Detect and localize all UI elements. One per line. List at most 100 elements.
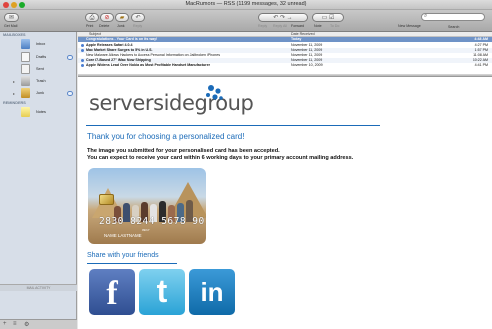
card-chip-icon [99, 194, 114, 205]
share-divider [87, 263, 177, 264]
message-list: Subject Date Received Congratulations - … [78, 32, 492, 74]
message-time: 1:57 PM [474, 48, 488, 52]
title-bar: MacRumors — RSS (1199 messages, 32 unrea… [0, 0, 492, 10]
twitter-icon: t [156, 273, 168, 309]
note-todo-segment[interactable]: ▭ ☑ [312, 13, 344, 22]
junk-button[interactable]: ▰ [115, 13, 129, 22]
message-heading: Thank you for choosing a personalized ca… [87, 132, 245, 141]
forward-label: Forward [291, 24, 305, 28]
printer-icon: ⎙ [89, 15, 95, 21]
todo-label: To Do [330, 24, 340, 28]
sidebar-item-drafts[interactable]: Drafts [0, 52, 77, 64]
column-date-received[interactable]: Date Received [291, 32, 315, 36]
sidebar-item-label: Drafts [36, 55, 47, 59]
sidebar-item-sent[interactable]: Sent [0, 64, 77, 76]
sidebar-item-junk[interactable]: ▸ Junk [0, 88, 77, 100]
sidebar: MAILBOXES Inbox Drafts Sent ▸ Trash ▸ Ju… [0, 32, 77, 329]
delete-label: Delete [99, 24, 110, 28]
window-title: MacRumors — RSS (1199 messages, 32 unrea… [185, 1, 307, 7]
facebook-icon: f [106, 275, 118, 312]
reminders-header: REMINDERS [3, 101, 26, 105]
share-heading: Share with your friends [87, 252, 159, 259]
reply-icon: ↶ [135, 15, 141, 21]
message-date: November 11, 2009 [291, 58, 323, 62]
note-label: Note [314, 24, 322, 28]
message-time: 4:41 PM [474, 63, 488, 67]
junk-badge [67, 91, 73, 96]
unread-dot-icon [81, 44, 84, 47]
message-subject: Apple Releases Safari 4.0.4 [86, 43, 133, 47]
twitter-button[interactable]: t [139, 269, 185, 315]
card-valid-thru: 09/17 [142, 228, 150, 232]
show-activity-icon[interactable]: ≡ [13, 321, 17, 327]
message-date: Today [291, 37, 302, 41]
message-date: November 10, 2009 [291, 63, 323, 67]
add-mailbox-icon[interactable]: + [3, 321, 7, 327]
print-label: Print [86, 24, 94, 28]
drafts-icon [21, 52, 30, 62]
list-item[interactable]: Congratulations - Your Card is on its wa… [78, 37, 492, 42]
reply-label: Reply [133, 24, 143, 28]
card-number: 2830 8244 5678 9010 [99, 216, 206, 227]
get-mail-button[interactable]: ✉ [4, 13, 19, 22]
junk-icon: ▰ [119, 15, 125, 21]
message-body: serversidegroup Thank you for choosing a… [78, 77, 492, 329]
message-date: November 11, 2009 [291, 53, 323, 57]
message-subject: Core i7-Based 27" iMac Now Shipping [86, 58, 151, 62]
message-subject: Mac Market Share Surges to 5% in U.S. [86, 48, 153, 52]
drafts-badge [67, 55, 73, 60]
junk-label: Junk [117, 24, 125, 28]
message-subject: New Malware Allows Hackers to Access Per… [86, 53, 221, 57]
sidebar-item-trash[interactable]: ▸ Trash [0, 76, 77, 88]
delete-icon: ⊘ [104, 15, 110, 21]
mail-window: MacRumors — RSS (1199 messages, 32 unrea… [0, 0, 492, 329]
brand-logo-icon [206, 85, 223, 100]
sidebar-item-label: Inbox [36, 42, 46, 46]
new-message-label: New Message [398, 24, 421, 28]
toolbar: ✉ Get Mail ⎙ Print ⊘ Delete ▰ Junk ↶ Rep… [0, 10, 492, 32]
column-subject[interactable]: Subject [89, 32, 101, 36]
linkedin-icon: in [200, 277, 224, 307]
sidebar-item-label: Trash [36, 79, 46, 83]
reply-label-2: Reply [258, 24, 268, 28]
message-line-1: The image you submitted for your persona… [87, 148, 280, 154]
get-mail-label: Get Mail [4, 24, 18, 28]
message-date: November 11, 2009 [291, 43, 323, 47]
search-label: Search [448, 25, 460, 29]
notes-icon [21, 107, 30, 117]
unread-dot-icon [81, 64, 84, 67]
print-button[interactable]: ⎙ [85, 13, 99, 22]
message-time: 4:48 AM [474, 37, 488, 41]
mail-activity-header: MAIL ACTIVITY [0, 284, 77, 291]
message-date: November 11, 2009 [291, 48, 323, 52]
header-divider [86, 125, 380, 126]
reply-forward-segment[interactable]: ↶ ↷ → [258, 13, 308, 22]
brand-logo-text: serversidegroup [89, 91, 254, 115]
trash-icon [21, 76, 30, 86]
search-icon: ⌕ [424, 13, 428, 19]
message-time: 4:27 PM [474, 43, 488, 47]
list-item[interactable]: Apple Widens Lead Over Nokia as Most Pro… [78, 63, 492, 68]
message-line-2: You can expect to receive your card with… [87, 155, 354, 161]
reply-all-label: Reply All [273, 24, 287, 28]
sidebar-item-notes[interactable]: Notes [0, 107, 77, 119]
sidebar-item-label: Sent [36, 67, 44, 71]
unread-dot-icon [81, 59, 84, 62]
delete-button[interactable]: ⊘ [100, 13, 114, 22]
facebook-button[interactable]: f [89, 269, 135, 315]
message-time: 11:08 AM [473, 53, 488, 57]
sidebar-item-label: Junk [36, 91, 45, 95]
linkedin-button[interactable]: in [189, 269, 235, 315]
disclosure-triangle-icon[interactable]: ▸ [13, 79, 15, 84]
sidebar-item-label: Notes [36, 110, 46, 114]
note-icon: ▭ ☑ [321, 15, 335, 21]
sidebar-item-inbox[interactable]: Inbox [0, 39, 77, 51]
reply-button[interactable]: ↶ [131, 13, 145, 22]
gear-icon[interactable]: ⚙ [24, 321, 29, 328]
junk-icon [21, 88, 30, 98]
message-subject: Congratulations - Your Card is on its wa… [86, 37, 158, 41]
card-holder-name: NAME LASTNAME [104, 233, 142, 238]
message-time: 10:22 AM [472, 58, 488, 62]
search-input[interactable]: ⌕ [421, 13, 485, 21]
disclosure-triangle-icon[interactable]: ▸ [13, 91, 15, 96]
